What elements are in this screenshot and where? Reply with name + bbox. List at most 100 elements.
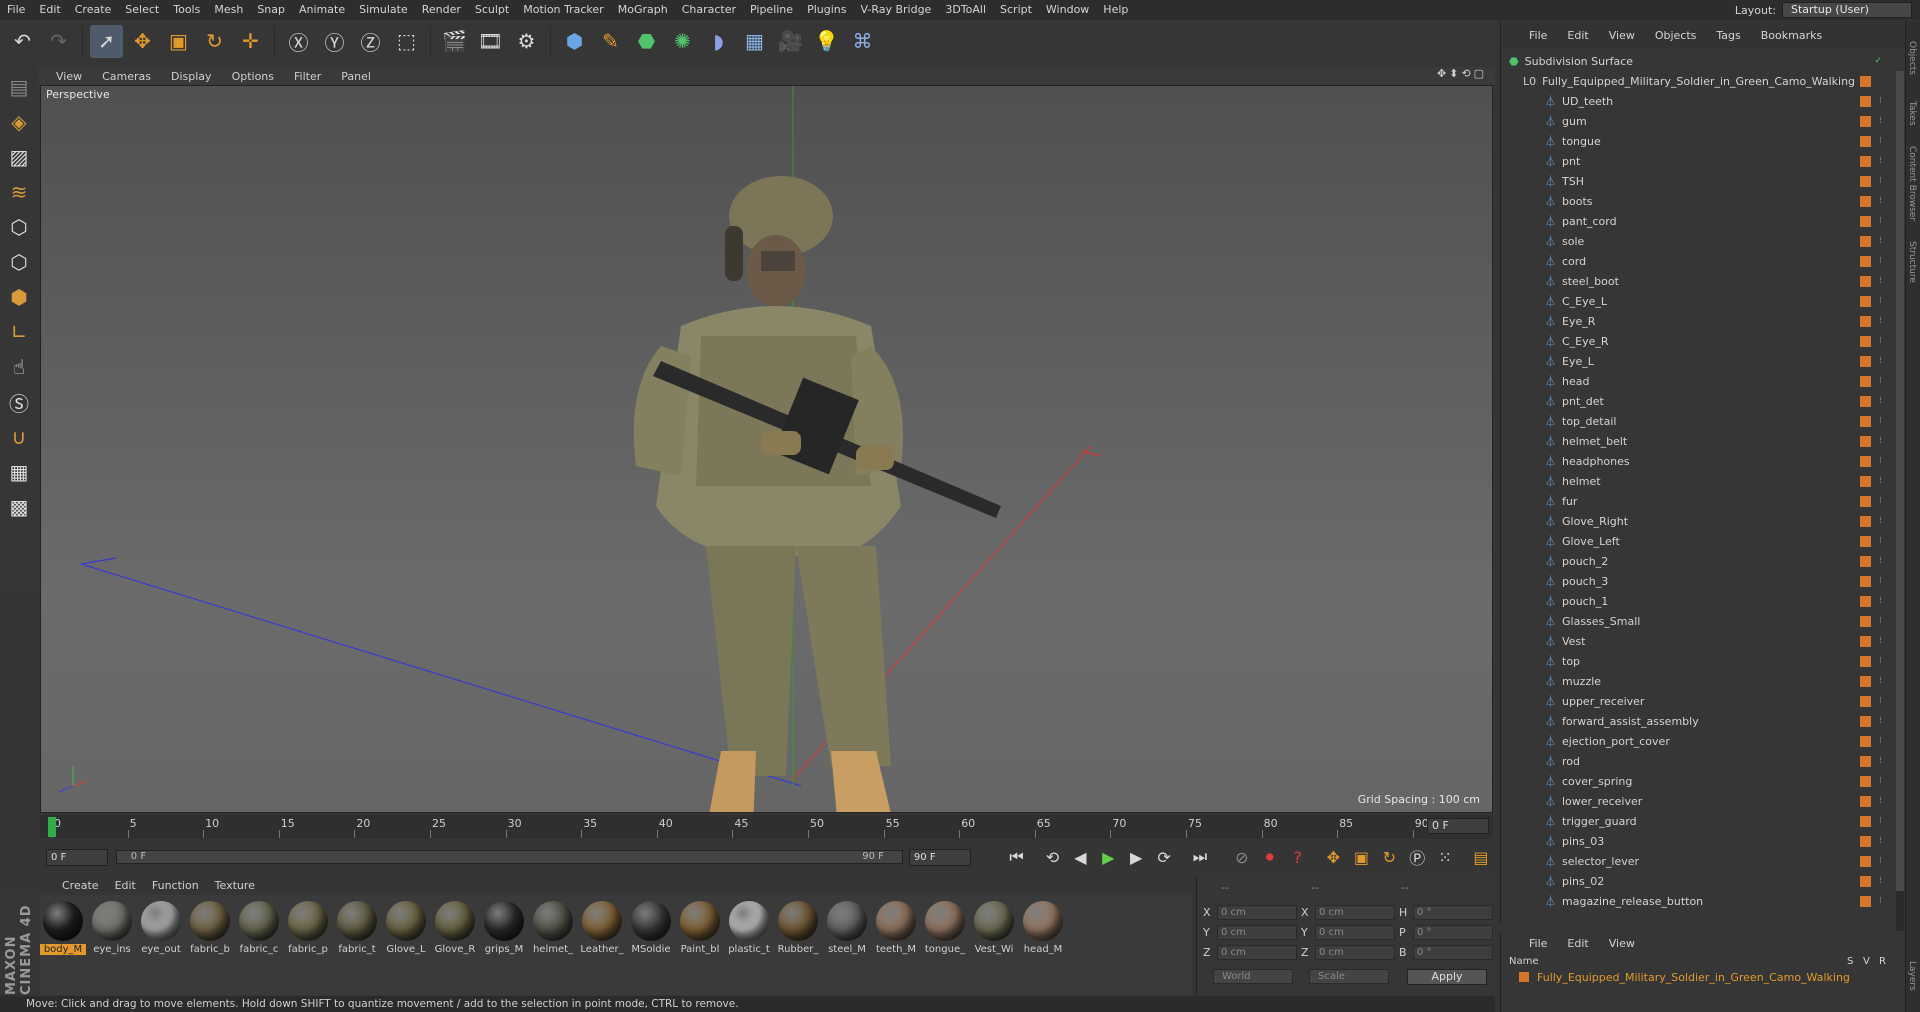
- visibility-dots-icon[interactable]: ⁝: [1879, 556, 1882, 566]
- visibility-dots-icon[interactable]: ⁝: [1879, 276, 1882, 286]
- visibility-dots-icon[interactable]: ⁝: [1879, 896, 1882, 906]
- tree-row[interactable]: ⏃ pouch_1 ⁝: [1501, 591, 1896, 611]
- visibility-dots-icon[interactable]: ⁝: [1879, 716, 1882, 726]
- material-swatch[interactable]: grips_M: [483, 901, 525, 989]
- tree-row[interactable]: ⏃ forward_assist_assembly ⁝: [1501, 711, 1896, 731]
- tree-row[interactable]: ⏃ Vest ⁝: [1501, 631, 1896, 651]
- tree-row[interactable]: ⏃ tongue ⁝: [1501, 131, 1896, 151]
- tree-row[interactable]: ⏃ pins_03 ⁝: [1501, 831, 1896, 851]
- visibility-dots-icon[interactable]: ⁝: [1879, 296, 1882, 306]
- material-swatch[interactable]: MSoldie: [630, 901, 672, 989]
- om-menu-file[interactable]: File: [1519, 29, 1557, 42]
- coord-value[interactable]: 0 °: [1413, 925, 1493, 940]
- timeline-ruler[interactable]: 0 5 10 15 20 25 30 35 40 45 50 55 60 65 70 75 80 85 90 0 F: [40, 815, 1493, 839]
- om-menu-tags[interactable]: Tags: [1706, 29, 1750, 42]
- visibility-dots-icon[interactable]: ⁝: [1879, 336, 1882, 346]
- visibility-dots-icon[interactable]: ⁝: [1879, 456, 1882, 466]
- model-mode-icon[interactable]: ◈: [3, 106, 35, 138]
- coord-value[interactable]: 0 cm: [1217, 945, 1297, 960]
- menu-file[interactable]: File: [0, 0, 32, 20]
- tree-row[interactable]: ⏃ Glove_Left ⁝: [1501, 531, 1896, 551]
- material-swatch[interactable]: body_M: [40, 901, 86, 989]
- undo-icon[interactable]: ↶: [6, 25, 39, 58]
- tweak-mode-icon[interactable]: ☝: [3, 351, 35, 383]
- timeline-playhead[interactable]: [48, 817, 56, 837]
- visibility-dots-icon[interactable]: ⁝: [1879, 536, 1882, 546]
- tree-row[interactable]: ⏃ Glasses_Small ⁝: [1501, 611, 1896, 631]
- viewport-menu-display[interactable]: Display: [161, 70, 222, 83]
- key-param-icon[interactable]: Ⓟ: [1405, 845, 1429, 869]
- perspective-viewport[interactable]: Perspective Grid Spacing: 100 cm: [40, 85, 1493, 813]
- coord-value[interactable]: 0 cm: [1217, 925, 1297, 940]
- material-swatch[interactable]: tongue_: [924, 901, 966, 989]
- tree-row[interactable]: ⏃ pant_cord ⁝: [1501, 211, 1896, 231]
- material-swatch[interactable]: Rubber_: [777, 901, 819, 989]
- polygons-mode-icon[interactable]: ⬢: [3, 281, 35, 313]
- tree-row[interactable]: ⏃ fur ⁝: [1501, 491, 1896, 511]
- floor-icon[interactable]: ▦: [738, 25, 771, 58]
- visibility-dots-icon[interactable]: ⁝: [1879, 636, 1882, 646]
- end-frame-field[interactable]: 90 F: [908, 848, 971, 866]
- x-axis-lock-icon[interactable]: Ⓧ: [282, 25, 315, 58]
- visibility-dots-icon[interactable]: ⁝: [1879, 356, 1882, 366]
- tree-row[interactable]: ⏃ pnt_det ⁝: [1501, 391, 1896, 411]
- visibility-dots-icon[interactable]: ⁝: [1879, 436, 1882, 446]
- coord-value[interactable]: 0 cm: [1217, 905, 1297, 920]
- tree-row-root[interactable]: ⬣ Subdivision Surface ✓: [1501, 51, 1896, 71]
- menu-mesh[interactable]: Mesh: [207, 0, 250, 20]
- om-menu-bookmarks[interactable]: Bookmarks: [1751, 29, 1832, 42]
- key-pla-icon[interactable]: ⁙: [1433, 845, 1457, 869]
- scale-tool-icon[interactable]: ▣: [162, 25, 195, 58]
- om-menu-edit[interactable]: Edit: [1557, 29, 1598, 42]
- viewport-menu-cameras[interactable]: Cameras: [92, 70, 161, 83]
- visibility-dots-icon[interactable]: ⁝: [1879, 376, 1882, 386]
- cube-object-icon[interactable]: ⬢: [558, 25, 591, 58]
- tree-row[interactable]: ⏃ helmet_belt ⁝: [1501, 431, 1896, 451]
- tree-row[interactable]: ⏃ upper_receiver ⁝: [1501, 691, 1896, 711]
- visibility-dots-icon[interactable]: ⁝: [1879, 236, 1882, 246]
- menu-help[interactable]: Help: [1096, 0, 1135, 20]
- tree-row[interactable]: ⏃ trigger_guard ⁝: [1501, 811, 1896, 831]
- viewport-menu-panel[interactable]: Panel: [331, 70, 381, 83]
- visibility-dots-icon[interactable]: ⁝: [1879, 496, 1882, 506]
- material-menu-edit[interactable]: Edit: [107, 879, 144, 892]
- visibility-dots-icon[interactable]: ⁝: [1879, 196, 1882, 206]
- om-menu-objects[interactable]: Objects: [1645, 29, 1707, 42]
- coord-value[interactable]: 0 °: [1413, 905, 1493, 920]
- material-swatch[interactable]: Paint_bl: [679, 901, 721, 989]
- side-tab-structure[interactable]: Structure: [1907, 241, 1917, 283]
- visibility-dots-icon[interactable]: ⁝: [1879, 596, 1882, 606]
- light-icon[interactable]: 💡: [810, 25, 843, 58]
- goto-next-key-icon[interactable]: ⟳: [1152, 845, 1176, 869]
- visibility-dots-icon[interactable]: ⁝: [1879, 416, 1882, 426]
- menu-sculpt[interactable]: Sculpt: [468, 0, 516, 20]
- tree-row[interactable]: ⏃ ejection_port_cover ⁝: [1501, 731, 1896, 751]
- autokeying-icon[interactable]: ?: [1286, 845, 1310, 869]
- visibility-dots-icon[interactable]: ⁝: [1879, 476, 1882, 486]
- visibility-dots-icon[interactable]: ⁝: [1879, 656, 1882, 666]
- timeline-layout-icon[interactable]: ▤: [1469, 845, 1493, 869]
- tree-row[interactable]: ⏃ pouch_3 ⁝: [1501, 571, 1896, 591]
- visibility-dots-icon[interactable]: ⁝: [1879, 176, 1882, 186]
- tree-row[interactable]: ⏃ cover_spring ⁝: [1501, 771, 1896, 791]
- visibility-dots-icon[interactable]: ⁝: [1879, 676, 1882, 686]
- visibility-dots-icon[interactable]: ⁝: [1879, 96, 1882, 106]
- tree-row[interactable]: ⏃ top ⁝: [1501, 651, 1896, 671]
- tree-row[interactable]: ⏃ magazine_release_button ⁝: [1501, 891, 1896, 911]
- visibility-dots-icon[interactable]: ⁝: [1879, 136, 1882, 146]
- workplane-icon[interactable]: ≋: [3, 176, 35, 208]
- apply-button[interactable]: Apply: [1407, 969, 1487, 985]
- menu-window[interactable]: Window: [1039, 0, 1096, 20]
- om-menu-view[interactable]: View: [1599, 29, 1645, 42]
- material-swatch[interactable]: plastic_t: [728, 901, 770, 989]
- visibility-dots-icon[interactable]: ⁝: [1879, 116, 1882, 126]
- tree-row[interactable]: ⏃ headphones ⁝: [1501, 451, 1896, 471]
- layer-item[interactable]: Fully_Equipped_Military_Soldier_in_Green…: [1501, 968, 1905, 986]
- tree-row[interactable]: ⏃ rod ⁝: [1501, 751, 1896, 771]
- tree-row[interactable]: ⏃ sole ⁝: [1501, 231, 1896, 251]
- mograph-cloner-icon[interactable]: ✺: [666, 25, 699, 58]
- snap-icon[interactable]: Ⓢ: [3, 386, 35, 418]
- material-swatch[interactable]: teeth_M: [875, 901, 917, 989]
- tree-row[interactable]: ⏃ UD_teeth ⁝: [1501, 91, 1896, 111]
- python-icon[interactable]: ⌘: [846, 25, 879, 58]
